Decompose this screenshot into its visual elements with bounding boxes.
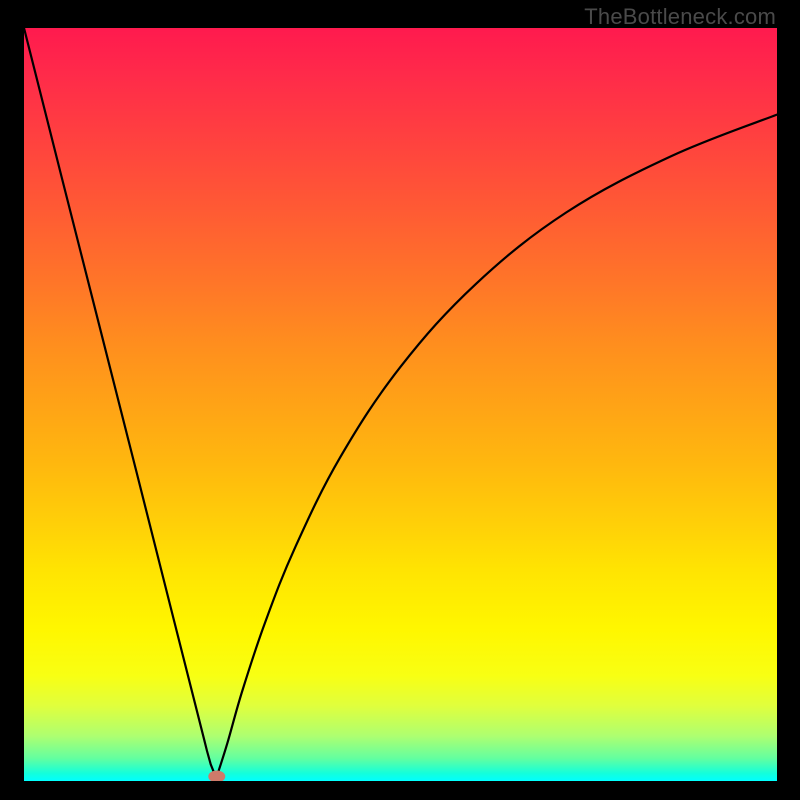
chart-area [24, 28, 777, 781]
bottleneck-curve [24, 28, 777, 776]
chart-overlay [24, 28, 777, 781]
minimum-marker [208, 770, 225, 781]
watermark-text: TheBottleneck.com [584, 4, 776, 30]
